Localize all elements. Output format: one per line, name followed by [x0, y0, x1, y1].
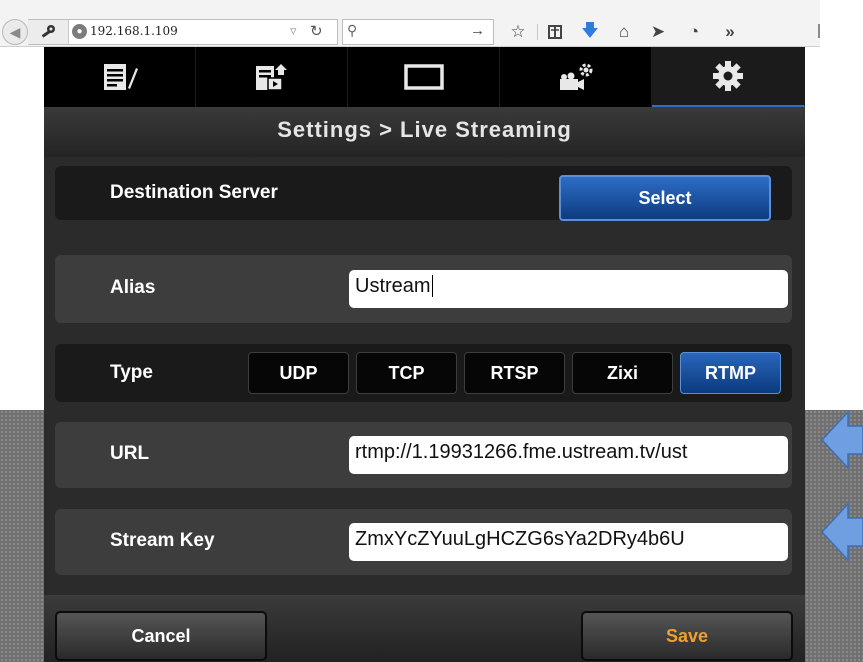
key-icon	[41, 25, 55, 38]
type-option-tcp[interactable]: TCP	[356, 352, 457, 394]
type-option-rtsp[interactable]: RTSP	[464, 352, 565, 394]
stream-key-annotation-arrow-icon	[820, 502, 863, 562]
main-tab-bar	[44, 47, 805, 107]
url-value: rtmp://1.19931266.fme.ustream.tv/ust	[355, 441, 688, 463]
settings-gear-icon	[713, 61, 743, 91]
type-option-udp[interactable]: UDP	[248, 352, 349, 394]
save-button[interactable]: Save	[581, 611, 793, 661]
text-caret	[431, 275, 433, 297]
address-bar[interactable]: ● 192.168.1.109 ▿ ↻	[28, 19, 338, 45]
edit-list-icon	[103, 64, 138, 90]
tab-upload-media[interactable]	[196, 47, 348, 107]
site-identity-button[interactable]	[28, 20, 69, 44]
tab-settings[interactable]	[652, 47, 805, 107]
url-input[interactable]: rtmp://1.19931266.fme.ustream.tv/ust	[349, 436, 788, 474]
overflow-chevrons-icon[interactable]: »	[718, 20, 742, 44]
history-clock-icon[interactable]: ◔	[682, 20, 706, 44]
tab-edit-list[interactable]	[44, 47, 196, 107]
type-label: Type	[110, 362, 153, 383]
url-annotation-arrow-icon	[820, 410, 863, 470]
search-go-icon[interactable]: →	[470, 22, 485, 39]
stream-key-row: Stream Key ZmxYcZYuuLgHCZG6sYa2DRy4b6U	[55, 509, 792, 575]
alias-value: Ustream	[355, 275, 431, 297]
home-icon[interactable]: ⌂	[612, 20, 636, 44]
destination-server-label: Destination Server	[110, 182, 278, 203]
left-background-texture	[0, 410, 44, 662]
search-icon: ⚲	[347, 22, 358, 38]
alias-input[interactable]: Ustream	[349, 270, 788, 308]
tab-camera-settings[interactable]	[500, 47, 652, 107]
bookmark-star-icon[interactable]: ☆	[506, 20, 530, 44]
globe-icon: ●	[72, 24, 87, 39]
alias-row: Alias Ustream	[55, 255, 792, 323]
stream-key-value: ZmxYcZYuuLgHCZG6sYa2DRy4b6U	[355, 528, 685, 550]
encoder-app: Settings > Live Streaming Destination Se…	[44, 47, 805, 662]
type-option-zixi[interactable]: Zixi	[572, 352, 673, 394]
url-row: URL rtmp://1.19931266.fme.ustream.tv/ust	[55, 422, 792, 488]
cancel-button[interactable]: Cancel	[55, 611, 267, 661]
url-text[interactable]: 192.168.1.109	[90, 24, 178, 38]
download-arrow-icon[interactable]: 🡇	[578, 20, 602, 44]
stream-key-label: Stream Key	[110, 530, 215, 551]
type-row: Type UDP TCP RTSP Zixi RTMP	[55, 344, 792, 402]
tab-display[interactable]	[348, 47, 500, 107]
upload-media-icon	[255, 64, 287, 91]
footer-bar: Cancel Save	[44, 595, 805, 662]
history-dropdown-icon[interactable]: ▿	[290, 23, 297, 39]
page-header: Settings > Live Streaming	[44, 107, 805, 157]
page-title: Settings > Live Streaming	[277, 117, 572, 142]
reading-list-icon[interactable]	[543, 20, 567, 44]
display-monitor-icon	[403, 64, 444, 90]
toolbar-separator	[537, 24, 538, 40]
destination-server-row: Destination Server Select	[55, 166, 792, 221]
camera-settings-icon	[559, 63, 592, 90]
search-input[interactable]: ⚲ →	[342, 19, 494, 45]
url-label: URL	[110, 443, 150, 464]
send-icon[interactable]: ➤	[646, 20, 670, 44]
alias-label: Alias	[110, 277, 156, 298]
select-button[interactable]: Select	[559, 175, 771, 221]
browser-toolbar: ◀ ● 192.168.1.109 ▿ ↻ ⚲ → ☆ 🡇 ⌂ ➤ ◔ »	[0, 0, 820, 47]
back-arrow-icon: ◀	[9, 23, 21, 40]
stream-key-input[interactable]: ZmxYcZYuuLgHCZG6sYa2DRy4b6U	[349, 523, 788, 561]
reload-icon[interactable]: ↻	[310, 22, 323, 40]
back-button[interactable]: ◀	[2, 19, 28, 45]
type-option-rtmp[interactable]: RTMP	[680, 352, 781, 394]
toolbar-grip	[818, 24, 820, 38]
